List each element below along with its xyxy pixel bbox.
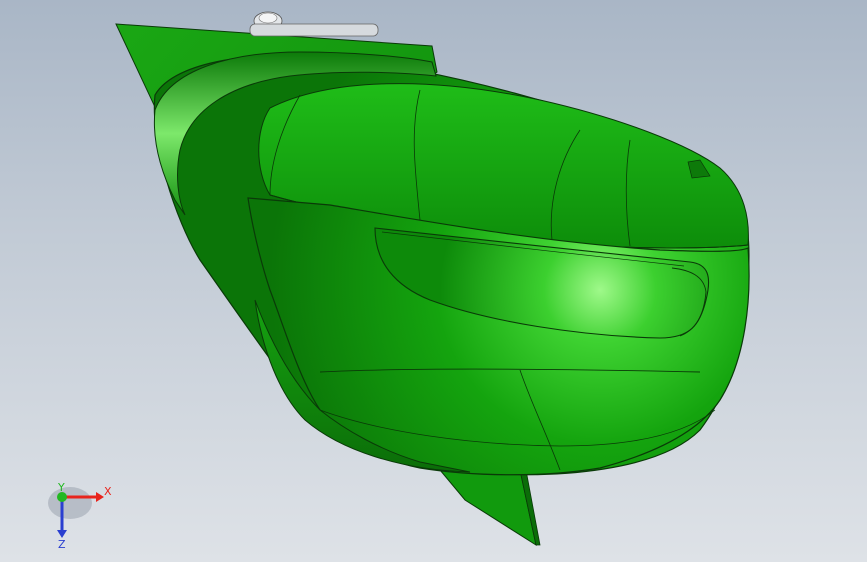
3d-model[interactable] xyxy=(0,0,867,562)
z-axis-label: Z xyxy=(58,538,66,551)
orientation-triad: X Y Z xyxy=(48,481,112,551)
triad-shadow xyxy=(48,487,92,519)
x-axis-label: X xyxy=(104,485,112,498)
y-axis-label: Y xyxy=(57,481,65,494)
graphics-viewport[interactable]: X Y Z xyxy=(0,0,867,562)
mounting-hardware xyxy=(249,11,379,37)
x-arrow xyxy=(96,492,104,502)
z-arrow xyxy=(57,530,67,538)
